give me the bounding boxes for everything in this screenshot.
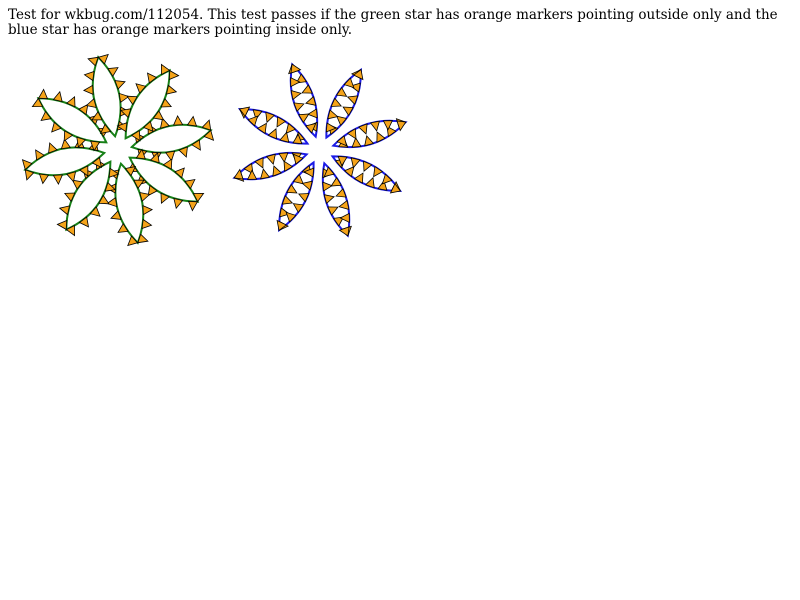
orange-marker: [327, 206, 339, 216]
orange-marker: [336, 115, 348, 127]
orange-marker: [254, 157, 264, 169]
orange-marker: [297, 193, 310, 203]
stars-canvas: [21, 53, 408, 247]
orange-marker: [118, 92, 130, 103]
orange-marker: [343, 77, 355, 89]
orange-marker: [142, 204, 153, 216]
orange-marker: [330, 97, 343, 107]
orange-marker: [279, 131, 290, 143]
orange-marker: [281, 194, 294, 205]
orange-marker: [278, 152, 289, 163]
orange-marker: [285, 211, 297, 223]
orange-marker: [173, 197, 184, 210]
orange-marker: [165, 84, 178, 95]
orange-marker: [56, 219, 68, 231]
orange-marker: [165, 150, 176, 162]
orange-marker: [381, 173, 393, 185]
orange-marker: [38, 173, 50, 185]
orange-marker: [272, 165, 283, 177]
orange-marker: [52, 174, 64, 185]
orange-marker: [301, 180, 313, 191]
orange-marker: [335, 187, 347, 198]
blue-star: [232, 62, 408, 238]
orange-marker: [187, 200, 199, 212]
orange-marker: [327, 109, 339, 120]
orange-marker: [376, 131, 386, 143]
orange-marker: [346, 95, 359, 106]
orange-marker: [172, 115, 184, 126]
orange-marker: [350, 157, 361, 169]
orange-marker: [363, 160, 373, 173]
orange-marker: [247, 115, 259, 127]
orange-marker: [357, 123, 368, 135]
orange-marker: [338, 199, 350, 210]
orange-marker: [369, 120, 380, 132]
orange-marker: [60, 138, 71, 150]
orange-marker: [58, 205, 71, 216]
orange-marker: [364, 176, 375, 189]
orange-marker: [343, 166, 355, 178]
orange-marker: [83, 84, 94, 96]
orange-marker: [293, 102, 305, 113]
orange-marker: [141, 218, 153, 230]
orange-marker: [168, 69, 180, 81]
orange-marker: [307, 108, 318, 119]
orange-marker: [106, 197, 118, 208]
orange-marker: [37, 88, 49, 100]
orange-marker: [285, 122, 297, 134]
orange-marker: [267, 127, 277, 140]
orange-marker: [265, 111, 276, 124]
orange-marker: [260, 168, 271, 180]
orange-marker: [52, 90, 63, 103]
orange-marker: [290, 90, 302, 101]
green-star: [21, 53, 215, 247]
orange-marker: [301, 84, 313, 94]
orange-marker: [83, 70, 95, 82]
orange-marker: [322, 181, 333, 192]
orange-marker: [186, 115, 198, 127]
orange-marker: [292, 173, 304, 185]
orange-marker: [351, 137, 362, 148]
